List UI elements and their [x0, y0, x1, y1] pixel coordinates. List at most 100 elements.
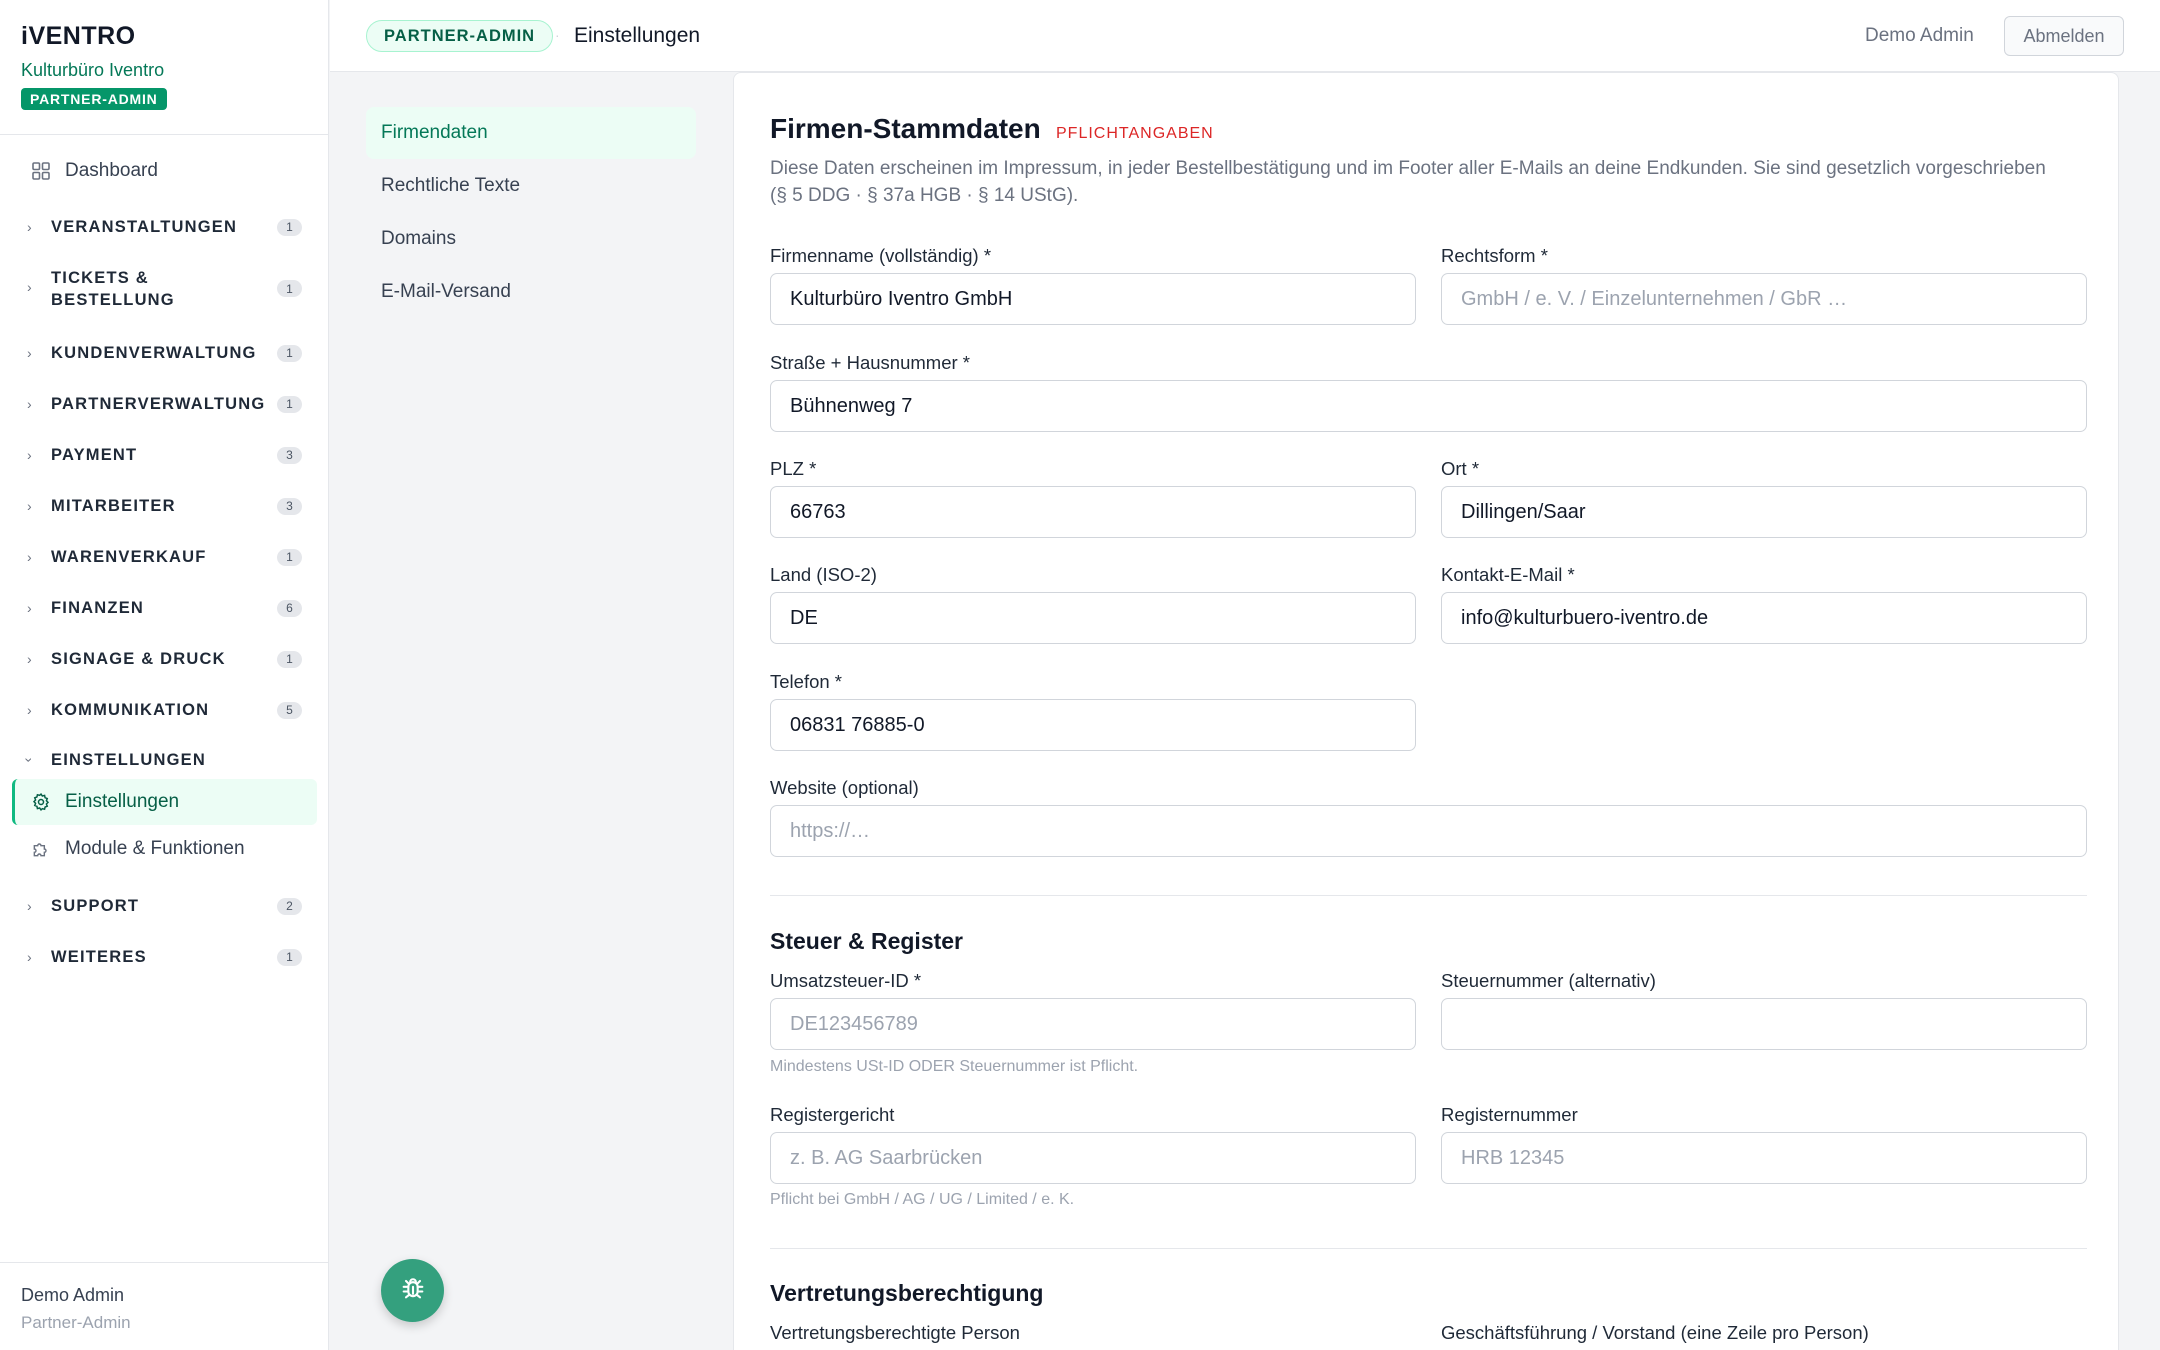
- tax-hint: Mindestens USt-ID ODER Steuernummer ist …: [770, 1058, 1139, 1075]
- subnav-firmendaten[interactable]: Firmendaten: [366, 107, 696, 159]
- required-tag: PFLICHTANGABEN: [1056, 125, 1214, 142]
- nav-count-badge: 1: [277, 548, 302, 566]
- nav-count-badge: 1: [277, 344, 302, 362]
- register-hint: Pflicht bei GmbH / AG / UG / Limited / e…: [770, 1191, 1075, 1208]
- nav-group-kundenverwaltung[interactable]: › KUNDENVERWALTUNG 1: [0, 342, 329, 364]
- topbar: PARTNER-ADMIN · Einstellungen Demo Admin…: [330, 0, 2160, 72]
- reg-number-label: Registernummer: [1441, 1104, 1578, 1125]
- website-input[interactable]: https://…: [770, 805, 2087, 857]
- grid-icon: [31, 161, 51, 181]
- nav-group-label: SUPPORT: [51, 897, 140, 915]
- brand-logo[interactable]: iVENTRO: [21, 22, 307, 51]
- chevron-right-icon: ›: [27, 498, 32, 514]
- nav-group-weiteres[interactable]: › WEITERES 1: [0, 946, 329, 968]
- nav-group-kommunikation[interactable]: › KOMMUNIKATION 5: [0, 699, 329, 721]
- nav-group-label: WEITERES: [51, 948, 147, 966]
- nav-einstellungen-label: Einstellungen: [65, 791, 180, 812]
- chevron-right-icon: ›: [27, 345, 32, 361]
- subnav-email-versand[interactable]: E-Mail-Versand: [366, 266, 696, 318]
- city-label: Ort *: [1441, 458, 1480, 479]
- nav-count-badge: 2: [277, 897, 302, 915]
- nav-group-mitarbeiter[interactable]: › MITARBEITER 3: [0, 495, 329, 517]
- nav-module-label: Module & Funktionen: [65, 838, 245, 859]
- country-label: Land (ISO-2): [770, 564, 877, 585]
- bug-report-button[interactable]: [381, 1259, 444, 1322]
- chevron-right-icon: ›: [27, 651, 32, 667]
- chevron-right-icon: ›: [27, 898, 32, 914]
- country-input[interactable]: DE: [770, 592, 1416, 644]
- company-name-input[interactable]: Kulturbüro Iventro GmbH: [770, 273, 1416, 325]
- nav-group-support[interactable]: › SUPPORT 2: [0, 895, 329, 917]
- chevron-down-icon: ›: [21, 757, 38, 763]
- nav-group-label: FINANZEN: [51, 599, 145, 617]
- representation-section-title: Vertretungsberechtigung: [770, 1280, 1044, 1306]
- zip-input[interactable]: 66763: [770, 486, 1416, 538]
- form-title: Firmen-Stammdaten: [770, 113, 1041, 144]
- nav-group-label: WARENVERKAUF: [51, 548, 207, 566]
- sidebar-footer: Demo Admin Partner-Admin: [0, 1262, 329, 1350]
- vat-id-input[interactable]: DE123456789: [770, 998, 1416, 1050]
- page-title: Einstellungen: [574, 24, 701, 47]
- breadcrumb-separator: ·: [555, 27, 560, 43]
- brand: iVENTRO Kulturbüro Iventro PARTNER-ADMIN: [0, 0, 328, 135]
- nav-group-warenverkauf[interactable]: › WARENVERKAUF 1: [0, 546, 329, 568]
- nav-dashboard-label: Dashboard: [65, 160, 158, 181]
- company-data-card: Firmen-Stammdaten PFLICHTANGABEN Diese D…: [733, 72, 2119, 1350]
- nav-group-partnerverwaltung[interactable]: › PARTNERVERWALTUNG 1: [0, 393, 329, 415]
- section-divider: [770, 895, 2087, 896]
- logout-button[interactable]: Abmelden: [2004, 16, 2124, 56]
- bug-icon: [399, 1274, 427, 1307]
- court-input[interactable]: z. B. AG Saarbrücken: [770, 1132, 1416, 1184]
- nav-group-signage[interactable]: › SIGNAGE & DRUCK 1: [0, 648, 329, 670]
- tax-number-input[interactable]: [1441, 998, 2087, 1050]
- sidebar: iVENTRO Kulturbüro Iventro PARTNER-ADMIN…: [0, 0, 329, 1350]
- street-input[interactable]: Bühnenweg 7: [770, 380, 2087, 432]
- phone-input[interactable]: 06831 76885-0: [770, 699, 1416, 751]
- form-description: Diese Daten erscheinen im Impressum, in …: [770, 158, 2046, 206]
- city-input[interactable]: Dillingen/Saar: [1441, 486, 2087, 538]
- chevron-right-icon: ›: [27, 447, 32, 463]
- tax-section-title: Steuer & Register: [770, 928, 964, 954]
- nav-count-badge: 1: [277, 650, 302, 668]
- reg-number-input[interactable]: HRB 12345: [1441, 1132, 2087, 1184]
- nav-group-label: TICKETS & BESTELLUNG: [51, 269, 175, 309]
- email-input[interactable]: info@kulturbuero-iventro.de: [1441, 592, 2087, 644]
- subnav-domains[interactable]: Domains: [366, 213, 696, 265]
- nav-group-label: SIGNAGE & DRUCK: [51, 650, 226, 668]
- email-label: Kontakt-E-Mail *: [1441, 564, 1575, 585]
- nav-count-badge: 6: [277, 599, 302, 617]
- nav-count-badge: 1: [277, 395, 302, 413]
- nav-group-payment[interactable]: › PAYMENT 3: [0, 444, 329, 466]
- role-pill: PARTNER-ADMIN: [366, 20, 554, 52]
- legal-form-input[interactable]: GmbH / e. V. / Einzelunternehmen / GbR …: [1441, 273, 2087, 325]
- chevron-right-icon: ›: [27, 702, 32, 718]
- nav-group-label: VERANSTALTUNGEN: [51, 218, 238, 236]
- section-divider: [770, 1248, 2087, 1249]
- puzzle-icon: [31, 839, 51, 859]
- nav-group-einstellungen[interactable]: › EINSTELLUNGEN: [0, 749, 329, 771]
- chevron-right-icon: ›: [27, 219, 32, 235]
- chevron-right-icon: ›: [27, 949, 32, 965]
- nav-group-tickets[interactable]: › TICKETS & BESTELLUNG 1: [0, 267, 329, 311]
- chevron-right-icon: ›: [27, 549, 32, 565]
- nav-dashboard[interactable]: Dashboard: [0, 148, 158, 194]
- nav-group-veranstaltungen[interactable]: › VERANSTALTUNGEN 1: [0, 216, 329, 238]
- current-user-role: Partner-Admin: [21, 1313, 131, 1332]
- nav-einstellungen[interactable]: Einstellungen: [12, 779, 317, 825]
- role-badge: PARTNER-ADMIN: [21, 88, 167, 110]
- organization-name: Kulturbüro Iventro: [21, 60, 165, 80]
- nav-group-label: MITARBEITER: [51, 497, 176, 515]
- nav-count-badge: 5: [277, 701, 302, 719]
- nav-group-label: PARTNERVERWALTUNG: [51, 395, 266, 413]
- management-label: Geschäftsführung / Vorstand (eine Zeile …: [1441, 1322, 1869, 1343]
- chevron-right-icon: ›: [27, 600, 32, 616]
- nav-count-badge: 1: [277, 218, 302, 236]
- subnav-rechtliche-texte[interactable]: Rechtliche Texte: [366, 160, 696, 212]
- nav-module-funktionen[interactable]: Module & Funktionen: [12, 826, 317, 872]
- nav-group-label: PAYMENT: [51, 446, 138, 464]
- chevron-right-icon: ›: [27, 396, 32, 412]
- settings-subnav: Firmendaten Rechtliche Texte Domains E-M…: [366, 107, 696, 319]
- court-label: Registergericht: [770, 1104, 895, 1125]
- nav-group-finanzen[interactable]: › FINANZEN 6: [0, 597, 329, 619]
- topbar-user-name: Demo Admin: [1865, 25, 1974, 46]
